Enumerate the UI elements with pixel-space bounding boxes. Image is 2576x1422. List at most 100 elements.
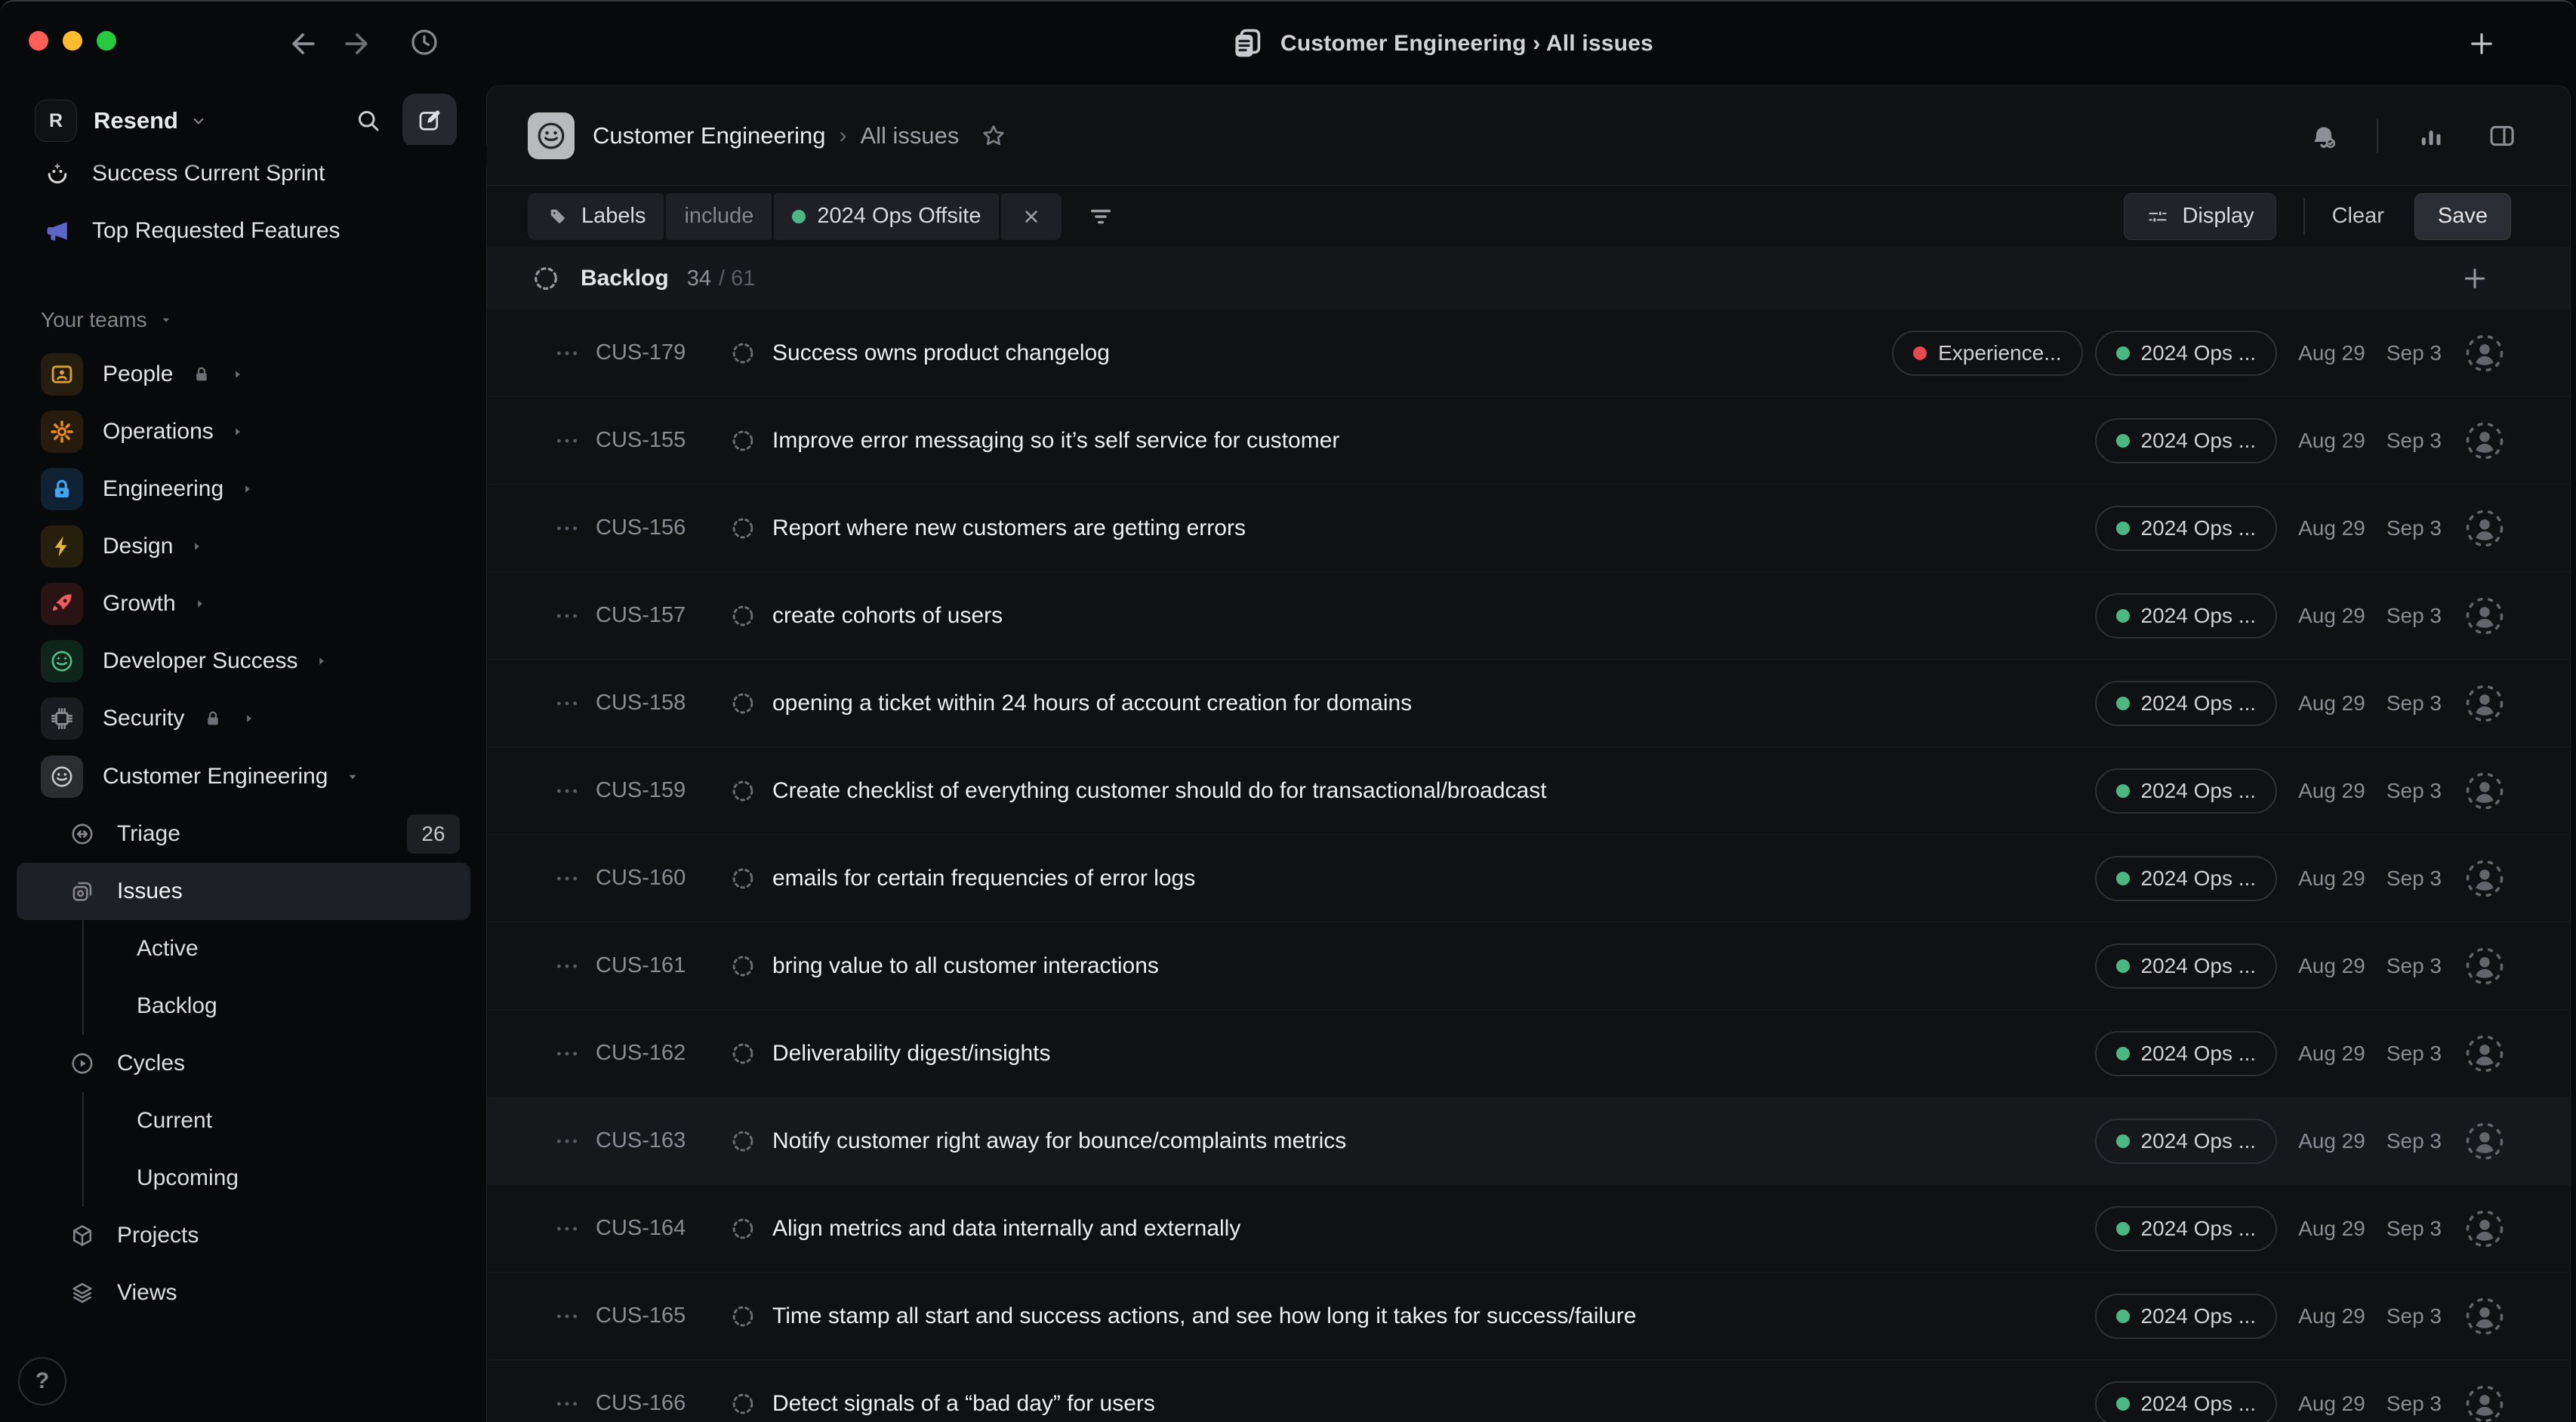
assignee-avatar[interactable] xyxy=(2464,683,2505,724)
add-filter-icon[interactable] xyxy=(1084,200,1117,233)
notifications-bell-icon[interactable] xyxy=(2306,118,2342,154)
sidebar-team-people[interactable]: People xyxy=(17,346,470,403)
priority-icon[interactable] xyxy=(552,863,582,894)
sidebar-team-engineering[interactable]: Engineering xyxy=(17,460,470,518)
workspace-logo[interactable]: R xyxy=(35,100,77,142)
label-pill-2024-ops[interactable]: 2024 Ops ... xyxy=(2095,1381,2278,1422)
status-backlog-icon[interactable] xyxy=(729,952,757,980)
assignee-avatar[interactable] xyxy=(2464,1033,2505,1074)
issue-row-cus-162[interactable]: CUS-162 Deliverability digest/insights 2… xyxy=(487,1010,2570,1097)
label-pill-2024-ops[interactable]: 2024 Ops ... xyxy=(2095,1206,2278,1251)
side-panel-toggle-icon[interactable] xyxy=(2484,118,2520,154)
issue-row-cus-157[interactable]: CUS-157 create cohorts of users 2024 Ops… xyxy=(487,572,2570,660)
sidebar-team-operations[interactable]: Operations xyxy=(17,403,470,460)
zoom-window-button[interactable] xyxy=(97,31,116,51)
sidebar-item-issues[interactable]: Issues xyxy=(17,863,470,920)
sidebar-item-success-current-sprint[interactable]: Success Current Sprint xyxy=(17,145,470,202)
issue-row-cus-166[interactable]: CUS-166 Detect signals of a “bad day” fo… xyxy=(487,1360,2570,1422)
assignee-avatar[interactable] xyxy=(2464,771,2505,811)
label-pill-2024-ops[interactable]: 2024 Ops ... xyxy=(2095,1031,2278,1076)
priority-icon[interactable] xyxy=(552,688,582,719)
save-button[interactable]: Save xyxy=(2414,193,2511,240)
issue-row-cus-179[interactable]: CUS-179 Success owns product changelog E… xyxy=(487,309,2570,397)
assignee-avatar[interactable] xyxy=(2464,420,2505,461)
filter-value[interactable]: 2024 Ops Offsite xyxy=(774,193,999,240)
status-backlog-icon[interactable] xyxy=(729,426,757,455)
label-pill-2024-ops[interactable]: 2024 Ops ... xyxy=(2095,856,2278,901)
sidebar-team-growth[interactable]: Growth xyxy=(17,575,470,633)
assignee-avatar[interactable] xyxy=(2464,596,2505,636)
close-window-button[interactable] xyxy=(29,31,48,51)
filter-field[interactable]: Labels xyxy=(528,193,664,240)
sidebar-item-projects[interactable]: Projects xyxy=(17,1207,470,1264)
issue-row-cus-159[interactable]: CUS-159 Create checklist of everything c… xyxy=(487,747,2570,835)
breadcrumb-team[interactable]: Customer Engineering xyxy=(593,122,825,149)
label-pill-2024-ops[interactable]: 2024 Ops ... xyxy=(2095,1119,2278,1164)
sidebar-item-cycles[interactable]: Cycles xyxy=(17,1035,470,1092)
issue-row-cus-165[interactable]: CUS-165 Time stamp all start and success… xyxy=(487,1273,2570,1360)
sidebar-item-current[interactable]: Current xyxy=(17,1092,470,1150)
priority-icon[interactable] xyxy=(552,513,582,543)
label-pill-2024-ops[interactable]: 2024 Ops ... xyxy=(2095,593,2278,639)
label-pill-2024-ops[interactable]: 2024 Ops ... xyxy=(2095,1294,2278,1339)
status-backlog-icon[interactable] xyxy=(729,1214,757,1243)
workspace-switcher[interactable]: Resend xyxy=(94,107,178,134)
label-pill-2024-ops[interactable]: 2024 Ops ... xyxy=(2095,943,2278,989)
priority-icon[interactable] xyxy=(552,951,582,981)
assignee-avatar[interactable] xyxy=(2464,1384,2505,1422)
assignee-avatar[interactable] xyxy=(2464,1208,2505,1249)
label-pill-2024-ops[interactable]: 2024 Ops ... xyxy=(2095,681,2278,726)
status-backlog-icon[interactable] xyxy=(729,602,757,630)
help-button[interactable]: ? xyxy=(18,1357,66,1405)
issue-row-cus-163[interactable]: CUS-163 Notify customer right away for b… xyxy=(487,1097,2570,1185)
back-button[interactable] xyxy=(285,26,322,62)
breadcrumb-page[interactable]: All issues xyxy=(860,122,959,149)
assignee-avatar[interactable] xyxy=(2464,1121,2505,1162)
filter-operator[interactable]: include xyxy=(666,193,772,240)
issue-row-cus-156[interactable]: CUS-156 Report where new customers are g… xyxy=(487,485,2570,572)
issue-row-cus-158[interactable]: CUS-158 opening a ticket within 24 hours… xyxy=(487,660,2570,747)
display-button[interactable]: Display xyxy=(2124,193,2276,240)
new-tab-plus-button[interactable] xyxy=(2464,26,2499,61)
priority-icon[interactable] xyxy=(552,1039,582,1069)
compose-issue-button[interactable] xyxy=(402,94,457,148)
sidebar-item-top-requested-features[interactable]: Top Requested Features xyxy=(17,202,470,260)
status-backlog-icon[interactable] xyxy=(729,339,757,368)
status-backlog-icon[interactable] xyxy=(729,1039,757,1068)
issue-row-cus-155[interactable]: CUS-155 Improve error messaging so it’s … xyxy=(487,397,2570,485)
sidebar-item-active[interactable]: Active xyxy=(17,920,470,977)
priority-icon[interactable] xyxy=(552,601,582,631)
issue-row-cus-164[interactable]: CUS-164 Align metrics and data internall… xyxy=(487,1185,2570,1273)
priority-icon[interactable] xyxy=(552,1389,582,1419)
sidebar-item-views[interactable]: Views xyxy=(17,1264,470,1322)
priority-icon[interactable] xyxy=(552,776,582,806)
sidebar-team-developer-success[interactable]: Developer Success xyxy=(17,633,470,690)
priority-icon[interactable] xyxy=(552,1301,582,1331)
sidebar-item-triage[interactable]: Triage 26 xyxy=(17,805,470,863)
priority-icon[interactable] xyxy=(552,426,582,456)
assignee-avatar[interactable] xyxy=(2464,946,2505,986)
insights-chart-icon[interactable] xyxy=(2413,118,2449,154)
status-backlog-icon[interactable] xyxy=(729,864,757,893)
assignee-avatar[interactable] xyxy=(2464,1296,2505,1337)
your-teams-header[interactable]: Your teams xyxy=(41,303,174,337)
sidebar-item-backlog[interactable]: Backlog xyxy=(17,977,470,1035)
sidebar-team-customer-engineering[interactable]: Customer Engineering xyxy=(17,748,470,805)
search-icon[interactable] xyxy=(351,103,386,138)
priority-icon[interactable] xyxy=(552,1126,582,1156)
status-backlog-icon[interactable] xyxy=(729,514,757,543)
sidebar-item-upcoming[interactable]: Upcoming xyxy=(17,1150,470,1207)
assignee-avatar[interactable] xyxy=(2464,508,2505,549)
label-pill-2024-ops[interactable]: 2024 Ops ... xyxy=(2095,768,2278,814)
add-issue-plus-button[interactable] xyxy=(2458,262,2491,295)
assignee-avatar[interactable] xyxy=(2464,858,2505,899)
status-backlog-icon[interactable] xyxy=(729,777,757,805)
label-pill-experience[interactable]: Experience... xyxy=(1892,331,2082,376)
status-backlog-icon[interactable] xyxy=(729,1390,757,1418)
issue-row-cus-160[interactable]: CUS-160 emails for certain frequencies o… xyxy=(487,835,2570,922)
priority-icon[interactable] xyxy=(552,338,582,368)
sidebar-team-security[interactable]: Security xyxy=(17,690,470,747)
status-backlog-icon[interactable] xyxy=(729,1127,757,1156)
status-backlog-icon[interactable] xyxy=(729,689,757,718)
forward-button[interactable] xyxy=(338,26,374,62)
